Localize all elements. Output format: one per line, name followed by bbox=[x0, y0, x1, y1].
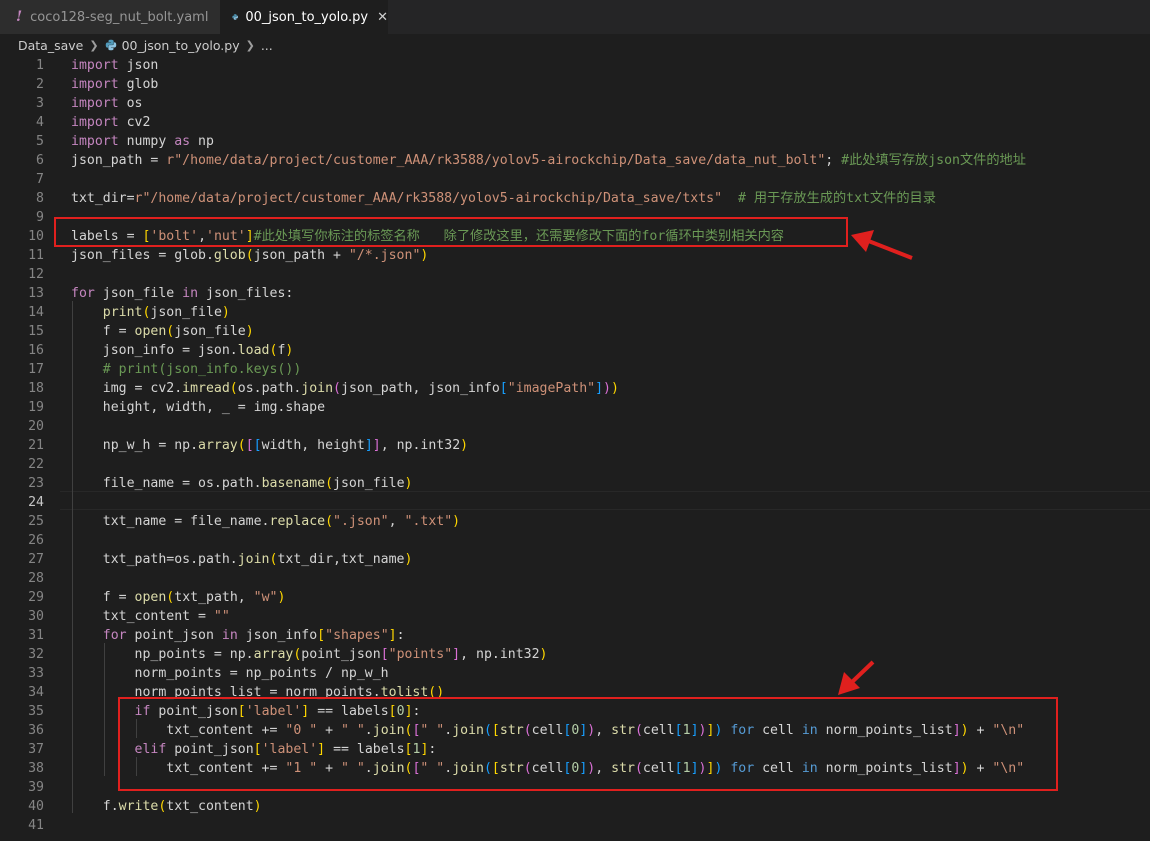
red-arrow-icon bbox=[838, 660, 875, 695]
